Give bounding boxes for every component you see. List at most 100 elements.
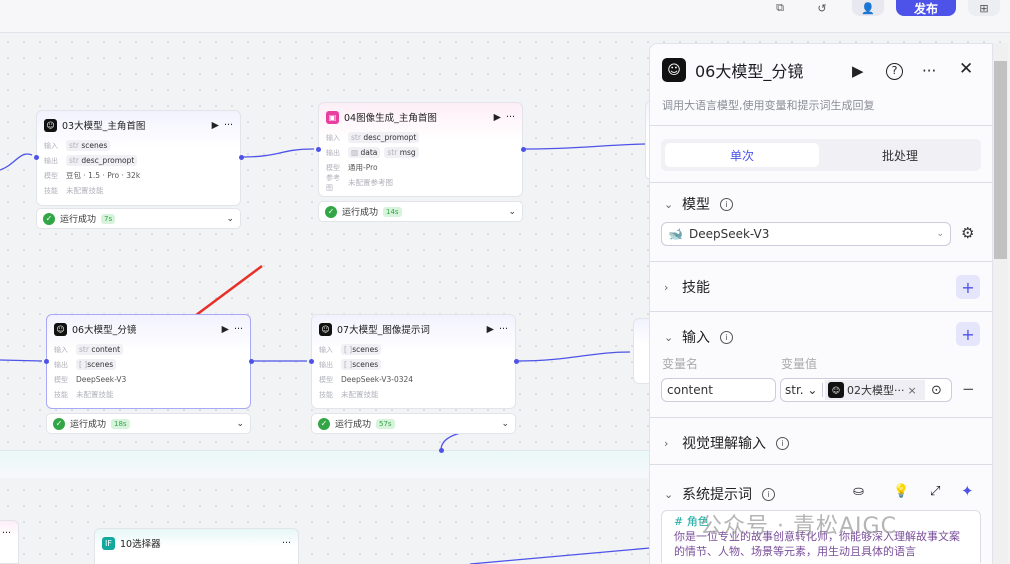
var-value-input[interactable]: str. ⌄ ☺ 02大模型··· × ⊙: [780, 378, 952, 402]
check-icon: ✓: [318, 417, 330, 430]
label: 输出: [54, 360, 68, 369]
chevron-right-icon[interactable]: ›: [664, 281, 672, 294]
run-icon[interactable]: ▶: [852, 62, 864, 80]
edge: [469, 547, 651, 564]
type: [ ]: [79, 360, 88, 369]
port[interactable]: [439, 448, 444, 453]
port[interactable]: [34, 155, 39, 160]
label: 模型: [326, 163, 340, 172]
info-icon[interactable]: i: [762, 487, 775, 501]
column-header: 变量名: [662, 357, 699, 371]
type: str: [69, 156, 79, 165]
node-status[interactable]: ✓ 运行成功 57s ⌄: [311, 413, 516, 434]
run-icon[interactable]: ▶: [212, 120, 219, 131]
port[interactable]: [521, 147, 526, 152]
time-badge: 18s: [111, 418, 130, 429]
chevron-down-icon[interactable]: ⌄: [664, 331, 673, 344]
label: 输出: [319, 360, 333, 369]
lightbulb-icon[interactable]: 💡: [893, 484, 909, 499]
skill: 未配置技能: [341, 390, 379, 399]
node-07[interactable]: ☺ 07大模型_图像提示词 ▶ ··· 输入[ ]scenes 输出[ ]scenes…: [311, 314, 516, 409]
more-icon[interactable]: ···: [234, 324, 243, 335]
more-icon[interactable]: ···: [922, 62, 936, 80]
input-var: scenes: [81, 141, 108, 150]
node-06[interactable]: ☺ 06大模型_分镜 ▶ ··· 输入 str content 输出[ ]scenes …: [46, 314, 251, 409]
variable-picker-icon[interactable]: ⊙: [931, 383, 942, 398]
skill: 未配置技能: [76, 390, 114, 399]
chevron-down-icon[interactable]: ⌄: [236, 419, 244, 429]
chevron-down-icon[interactable]: ⌄: [664, 488, 673, 501]
type-value: str.: [785, 383, 804, 397]
run-icon[interactable]: ▶: [494, 112, 501, 123]
model-select[interactable]: 🐋 DeepSeek-V3 ⌄: [661, 222, 951, 246]
add-input-button[interactable]: +: [956, 322, 980, 346]
node-status[interactable]: ✓ 运行成功 18s ⌄: [46, 413, 251, 434]
port[interactable]: [316, 147, 321, 152]
node-status[interactable]: ✓ 运行成功 14s ⌄: [318, 201, 523, 222]
chevron-down-icon[interactable]: ⌄: [664, 198, 673, 211]
label: 技能: [319, 390, 333, 399]
clear-icon[interactable]: ×: [908, 384, 917, 397]
node-partial[interactable]: ···: [0, 520, 19, 564]
mode-tabs: 单次 批处理: [661, 139, 981, 171]
node-04[interactable]: ▣ 04图像生成_主角首图 ▶ ··· 输入 str desc_promopt 输出 ▨ …: [318, 102, 523, 197]
more-icon[interactable]: ···: [282, 538, 291, 549]
var-ref: 02大模型···: [847, 384, 905, 397]
info-icon[interactable]: i: [720, 330, 733, 344]
more-icon[interactable]: ···: [499, 324, 508, 335]
help-icon[interactable]: ?: [886, 63, 903, 80]
remove-input-button[interactable]: −: [962, 380, 975, 398]
tab-single[interactable]: 单次: [665, 143, 819, 167]
output-var: data: [360, 148, 378, 157]
node-03[interactable]: ☺ 03大模型_主角首图 ▶ ··· 输入 str scenes 输出 str desc_…: [36, 110, 241, 206]
port[interactable]: [239, 155, 244, 160]
more-icon[interactable]: ···: [224, 120, 233, 131]
add-skill-button[interactable]: +: [956, 275, 980, 299]
run-icon[interactable]: ▶: [487, 324, 494, 335]
llm-icon: ☺: [319, 322, 332, 336]
output-var: desc_promopt: [81, 156, 135, 165]
label: 输入: [54, 345, 68, 354]
status-text: 运行成功: [70, 420, 107, 430]
gear-icon[interactable]: ⚙: [961, 224, 974, 242]
label: 模型: [319, 375, 333, 384]
expand-icon[interactable]: ⤢: [930, 484, 940, 499]
more-icon[interactable]: ···: [2, 528, 11, 539]
llm-icon: ☺: [662, 58, 686, 82]
chevron-down-icon[interactable]: ⌄: [501, 419, 509, 429]
time-badge: 14s: [383, 206, 402, 217]
var-name-value: content: [667, 383, 713, 397]
port[interactable]: [514, 359, 519, 364]
chevron-down-icon[interactable]: ⌄: [508, 207, 516, 217]
scrollbar-thumb[interactable]: [994, 61, 1007, 259]
label: 输入: [326, 133, 340, 142]
node-title: 10选择器: [120, 539, 161, 550]
run-icon[interactable]: ▶: [222, 324, 229, 335]
edge: [523, 143, 646, 150]
chevron-down-icon[interactable]: ⌄: [226, 214, 234, 224]
column-header: 变量值: [781, 357, 818, 371]
var-ref-tag: ☺ 02大模型··· ×: [825, 380, 925, 400]
info-icon[interactable]: i: [776, 436, 789, 450]
type-select[interactable]: str. ⌄: [781, 383, 823, 397]
prompt-library-icon[interactable]: ⛀: [853, 484, 864, 499]
info-icon[interactable]: i: [720, 197, 733, 211]
close-icon[interactable]: ✕: [959, 59, 973, 79]
tab-batch[interactable]: 批处理: [823, 143, 977, 167]
scrollbar[interactable]: [993, 43, 1008, 564]
label: 模型: [54, 375, 68, 384]
llm-icon: ☺: [828, 382, 844, 398]
model-value: DeepSeek-V3: [688, 227, 770, 241]
node-status[interactable]: ✓ 运行成功 7s ⌄: [36, 208, 241, 229]
more-icon[interactable]: ···: [506, 112, 515, 123]
port[interactable]: [309, 359, 314, 364]
port[interactable]: [249, 359, 254, 364]
section-title: 系统提示词: [682, 487, 752, 503]
node-10[interactable]: IF 10选择器 ···: [94, 528, 299, 564]
chevron-right-icon[interactable]: ›: [664, 437, 672, 450]
ai-sparkle-icon[interactable]: ✦: [961, 482, 974, 500]
var-name-input[interactable]: content: [661, 378, 776, 402]
label: 技能: [54, 390, 68, 399]
model-name: 豆包 · 1.5 · Pro · 32k: [66, 171, 141, 180]
port[interactable]: [44, 359, 49, 364]
